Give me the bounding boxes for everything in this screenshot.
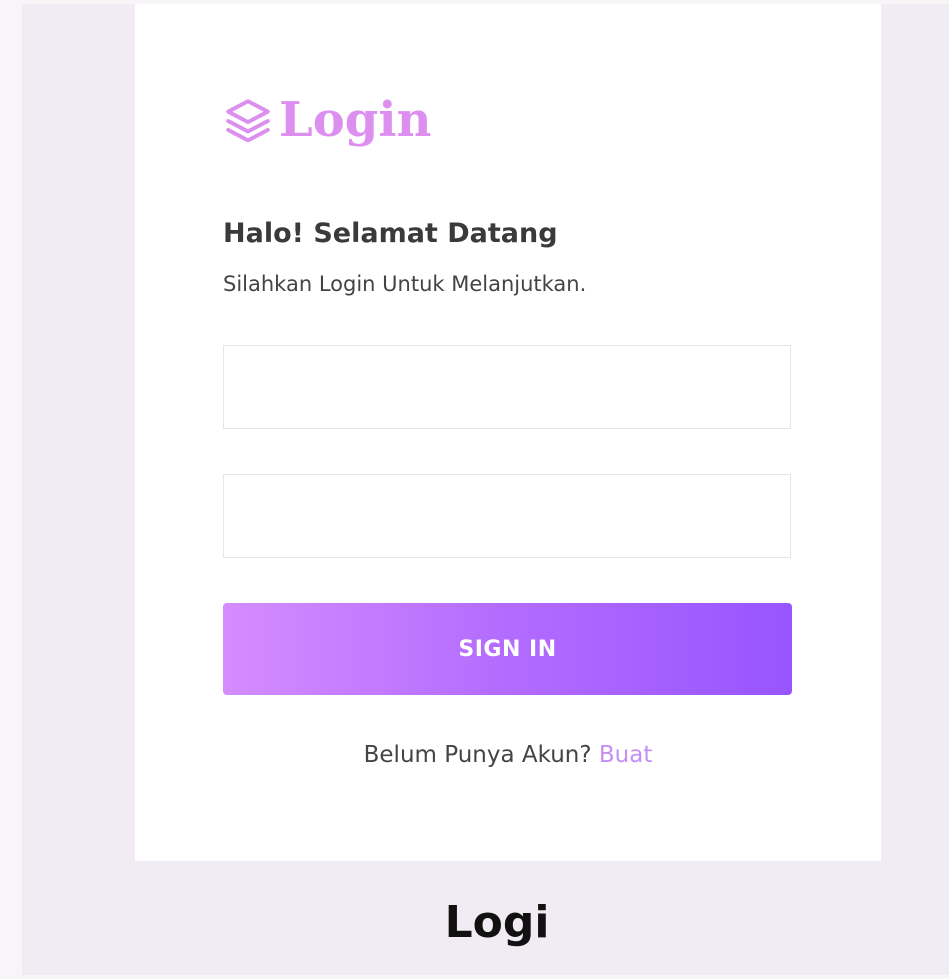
signup-link[interactable]: Buat [599,742,652,768]
signup-prompt: Belum Punya Akun? [363,742,592,768]
password-input[interactable] [223,474,791,558]
brand: Login [223,90,431,150]
page-caption: Logi [444,897,550,948]
welcome-subtitle: Silahkan Login Untuk Melanjutkan. [223,272,587,296]
username-input[interactable] [223,345,791,429]
signup-row: Belum Punya Akun? Buat [135,738,881,772]
layers-icon [226,99,270,143]
sign-in-button[interactable]: SIGN IN [223,603,792,695]
brand-title: Login [279,92,432,148]
login-card: Login Halo! Selamat Datang Silahkan Logi… [135,4,881,861]
welcome-title: Halo! Selamat Datang [223,218,558,249]
